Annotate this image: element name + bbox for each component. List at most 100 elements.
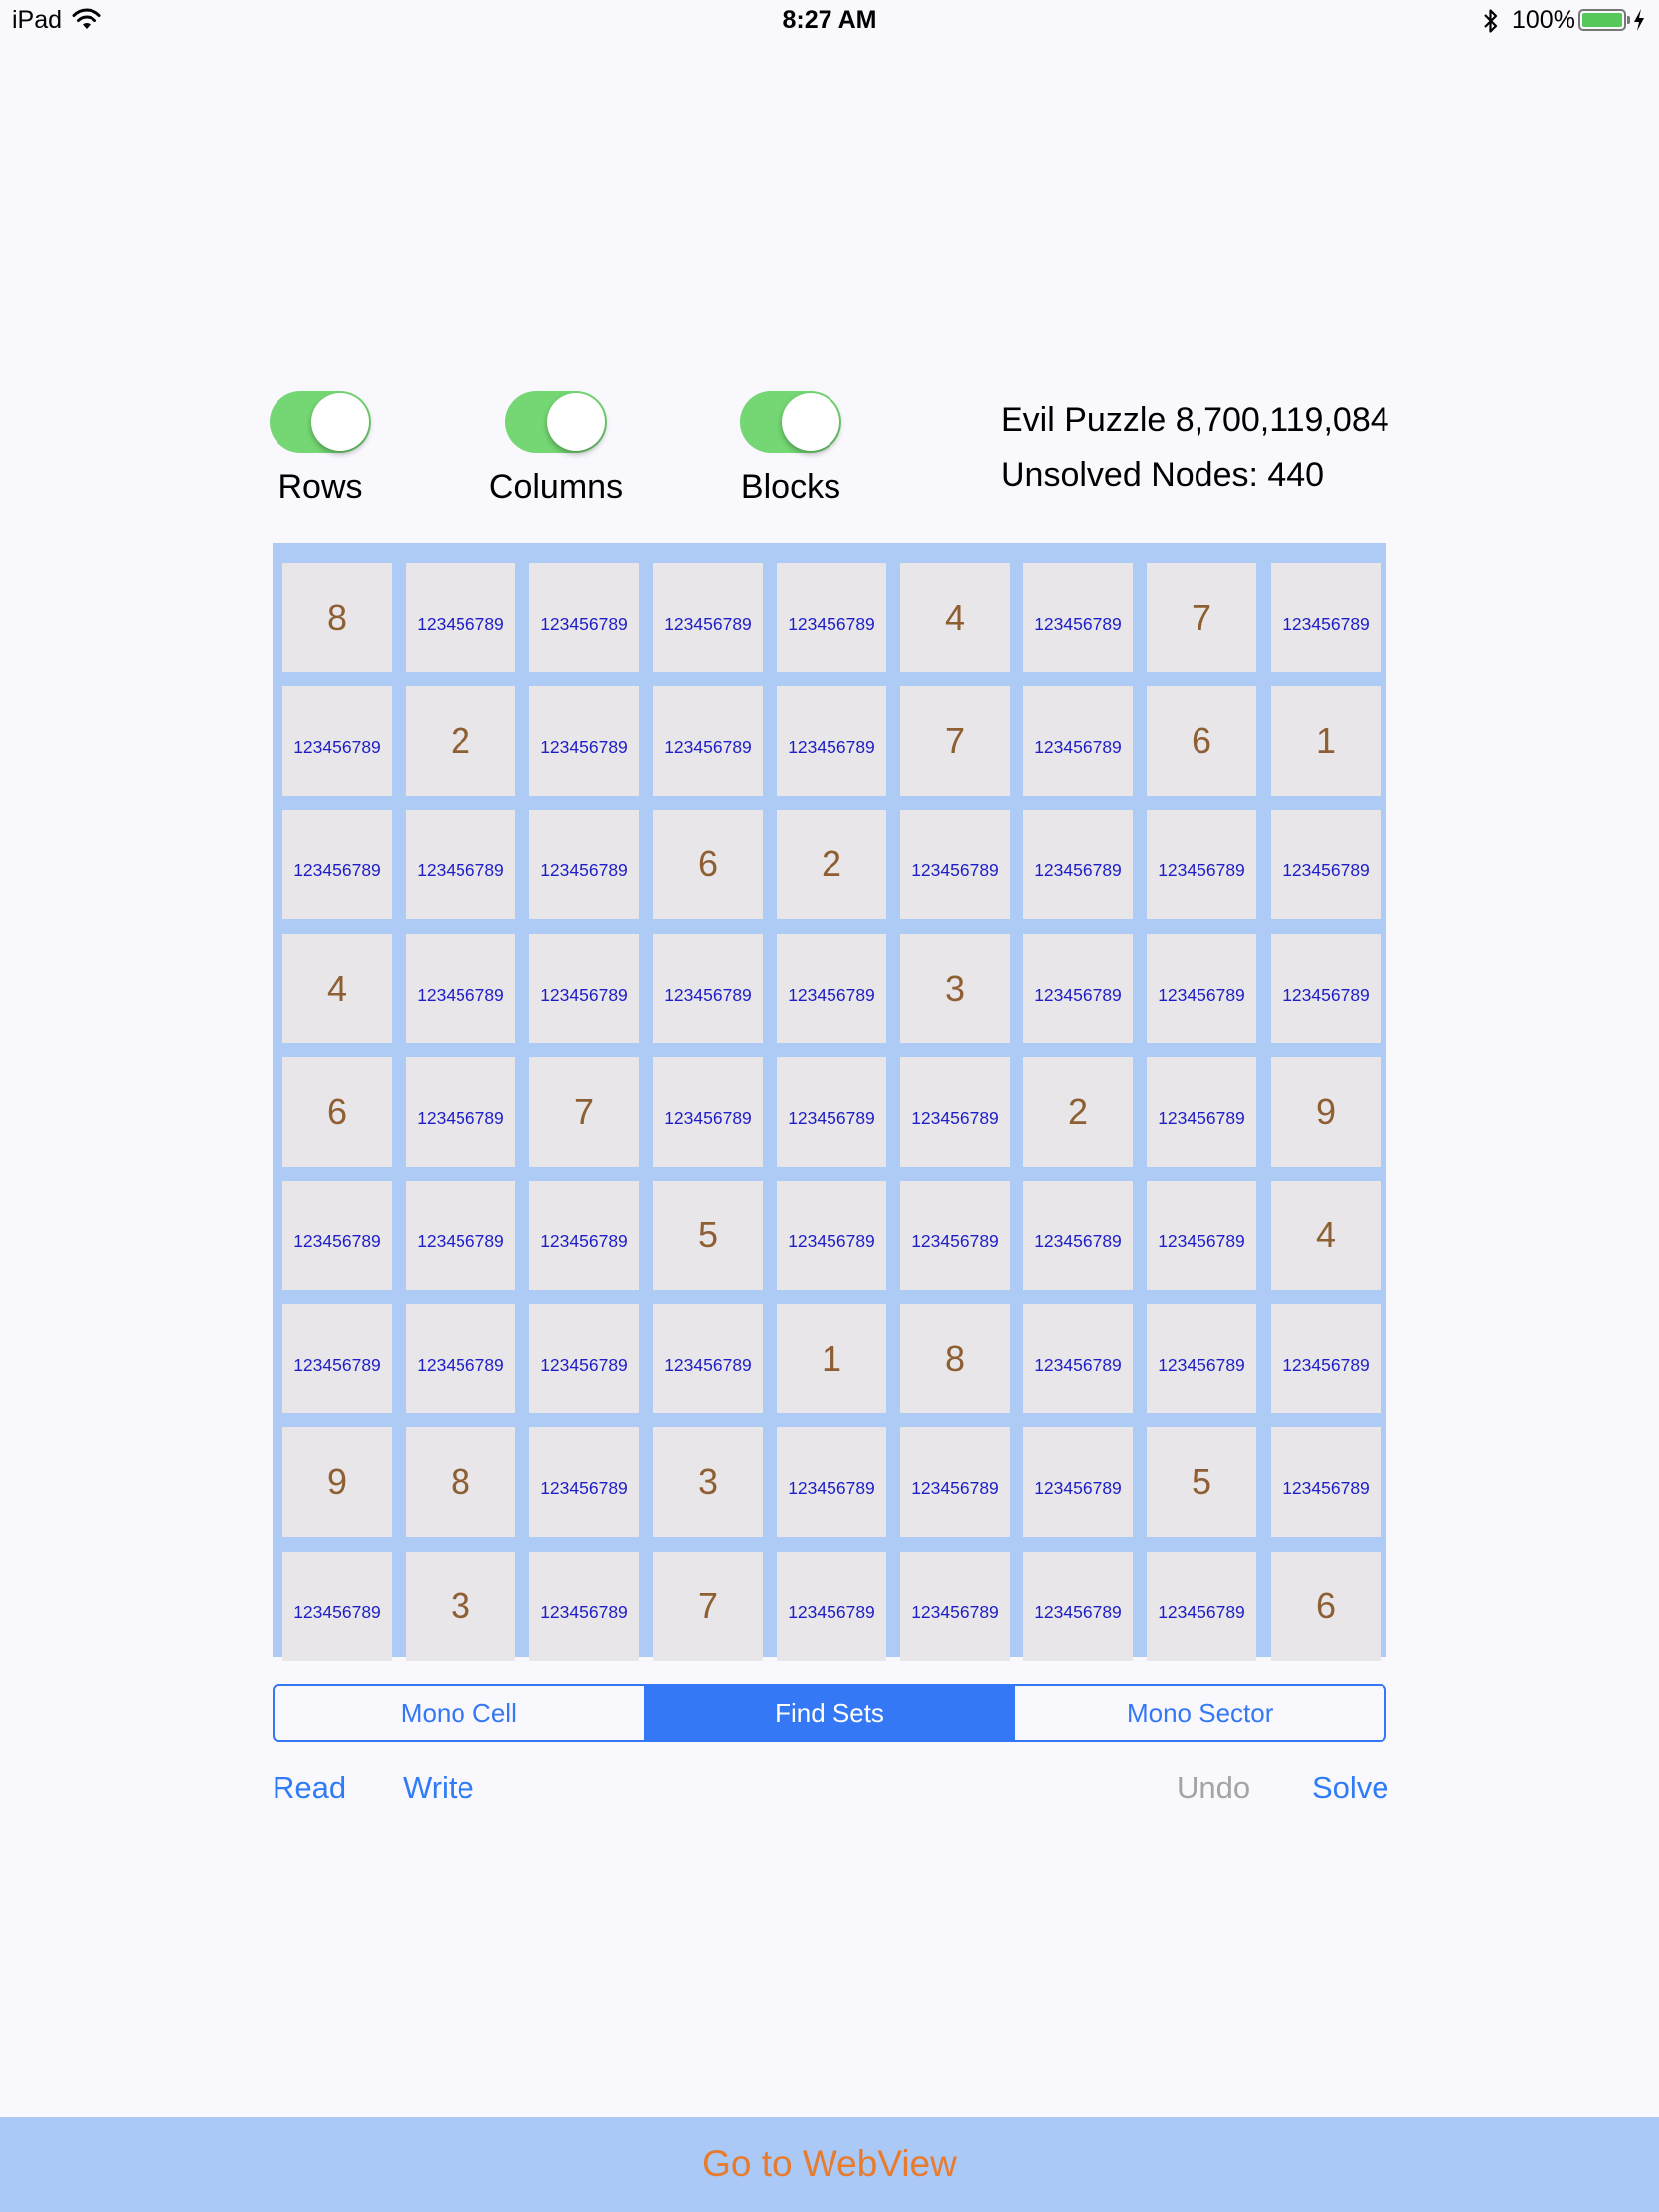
sudoku-cell-candidates[interactable]: 123456789 [1023,1304,1133,1413]
sudoku-cell-candidates[interactable]: 123456789 [1023,1427,1133,1537]
sudoku-cell-candidates[interactable]: 123456789 [900,1552,1010,1661]
sudoku-cell-given[interactable]: 7 [653,1552,763,1661]
sudoku-cell-candidates[interactable]: 123456789 [777,686,886,796]
read-button[interactable]: Read [273,1770,346,1806]
status-bar: iPad 8:27 AM 100% [0,0,1659,42]
sudoku-cell-candidates[interactable]: 123456789 [529,563,639,672]
sudoku-cell-candidates[interactable]: 123456789 [900,810,1010,919]
puzzle-title: Evil Puzzle 8,700,119,084 [1001,401,1389,439]
sudoku-cell-given[interactable]: 2 [406,686,515,796]
sudoku-cell-candidates[interactable]: 123456789 [282,686,392,796]
sudoku-cell-candidates[interactable]: 123456789 [900,1181,1010,1290]
sudoku-cell-candidates[interactable]: 123456789 [282,1181,392,1290]
sudoku-cell-candidates[interactable]: 123456789 [282,1304,392,1413]
sudoku-cell-candidates[interactable]: 123456789 [1271,810,1381,919]
sudoku-cell-candidates[interactable]: 123456789 [406,1304,515,1413]
sudoku-cell-candidates[interactable]: 123456789 [653,563,763,672]
sudoku-cell-candidates[interactable]: 123456789 [900,1427,1010,1537]
sudoku-cell-candidates[interactable]: 123456789 [406,1057,515,1167]
sudoku-cell-given[interactable]: 8 [900,1304,1010,1413]
sudoku-cell-candidates[interactable]: 123456789 [1023,810,1133,919]
solve-button[interactable]: Solve [1312,1770,1389,1806]
sudoku-cell-given[interactable]: 4 [282,934,392,1043]
sudoku-cell-candidates[interactable]: 123456789 [1147,1552,1256,1661]
go-to-webview-button[interactable]: Go to WebView [0,2117,1659,2212]
undo-button[interactable]: Undo [1177,1770,1250,1806]
sudoku-cell-given[interactable]: 8 [406,1427,515,1537]
sudoku-cell-candidates[interactable]: 123456789 [282,810,392,919]
sudoku-cell-candidates[interactable]: 123456789 [529,1304,639,1413]
sudoku-cell-candidates[interactable]: 123456789 [653,1057,763,1167]
sudoku-cell-candidates[interactable]: 123456789 [1147,1304,1256,1413]
sudoku-cell-given[interactable]: 6 [282,1057,392,1167]
sudoku-cell-candidates[interactable]: 123456789 [1147,810,1256,919]
sudoku-cell-candidates[interactable]: 123456789 [529,686,639,796]
sudoku-cell-candidates[interactable]: 123456789 [777,1057,886,1167]
sudoku-cell-candidates[interactable]: 123456789 [653,1304,763,1413]
sudoku-cell-candidates[interactable]: 123456789 [1271,563,1381,672]
sudoku-cell-candidates[interactable]: 123456789 [1023,1552,1133,1661]
sudoku-cell-candidates[interactable]: 123456789 [653,934,763,1043]
segment-find-sets[interactable]: Find Sets [643,1686,1014,1740]
sudoku-cell-candidates[interactable]: 123456789 [1023,934,1133,1043]
sudoku-cell-candidates[interactable]: 123456789 [529,1181,639,1290]
sudoku-cell-candidates[interactable]: 123456789 [777,934,886,1043]
sudoku-cell-given[interactable]: 4 [900,563,1010,672]
sudoku-cell-given[interactable]: 7 [529,1057,639,1167]
sudoku-cell-candidates[interactable]: 123456789 [529,810,639,919]
sudoku-cell-given[interactable]: 3 [653,1427,763,1537]
sudoku-cell-given[interactable]: 1 [777,1304,886,1413]
sudoku-cell-given[interactable]: 9 [282,1427,392,1537]
sudoku-cell-candidates[interactable]: 123456789 [777,1552,886,1661]
sudoku-cell-candidates[interactable]: 123456789 [406,563,515,672]
sudoku-cell-candidates[interactable]: 123456789 [1147,1057,1256,1167]
sudoku-cell-candidates[interactable]: 123456789 [1023,686,1133,796]
columns-toggle[interactable] [505,391,607,453]
sudoku-cell-candidates[interactable]: 123456789 [406,810,515,919]
sudoku-cell-candidates[interactable]: 123456789 [1147,1181,1256,1290]
sudoku-cell-candidates[interactable]: 123456789 [777,563,886,672]
sudoku-cell-given[interactable]: 2 [777,810,886,919]
sudoku-cell-candidates[interactable]: 123456789 [1271,1304,1381,1413]
sudoku-cell-given[interactable]: 7 [900,686,1010,796]
sudoku-cell-given[interactable]: 4 [1271,1181,1381,1290]
sudoku-cell-candidates[interactable]: 123456789 [1023,563,1133,672]
sudoku-cell-candidates[interactable]: 123456789 [282,1552,392,1661]
sudoku-cell-given[interactable]: 2 [1023,1057,1133,1167]
sudoku-cell-given[interactable]: 6 [1147,686,1256,796]
sudoku-cell-given[interactable]: 8 [282,563,392,672]
columns-toggle-label: Columns [488,468,624,506]
sudoku-cell-candidates[interactable]: 123456789 [1271,1427,1381,1537]
sudoku-cell-candidates[interactable]: 123456789 [777,1181,886,1290]
sudoku-cell-given[interactable]: 9 [1271,1057,1381,1167]
sudoku-cell-given[interactable]: 3 [406,1552,515,1661]
charging-bolt-icon [1634,9,1644,31]
sudoku-cell-candidates[interactable]: 123456789 [406,1181,515,1290]
rows-toggle-label: Rows [277,468,363,506]
sudoku-cell-candidates[interactable]: 123456789 [900,1057,1010,1167]
sudoku-cell-candidates[interactable]: 123456789 [1023,1181,1133,1290]
sudoku-cell-candidates[interactable]: 123456789 [406,934,515,1043]
sudoku-cell-candidates[interactable]: 123456789 [529,1552,639,1661]
sudoku-cell-given[interactable]: 6 [653,810,763,919]
segment-mono-sector[interactable]: Mono Sector [1014,1686,1384,1740]
sudoku-cell-given[interactable]: 6 [1271,1552,1381,1661]
sudoku-cell-candidates[interactable]: 123456789 [1147,934,1256,1043]
segment-mono-cell[interactable]: Mono Cell [275,1686,644,1740]
sudoku-cell-candidates[interactable]: 123456789 [777,1427,886,1537]
toggle-knob [311,393,369,451]
sudoku-cell-given[interactable]: 7 [1147,563,1256,672]
rows-toggle[interactable] [270,391,371,453]
sudoku-cell-given[interactable]: 5 [1147,1427,1256,1537]
sudoku-cell-candidates[interactable]: 123456789 [1271,934,1381,1043]
sudoku-cell-given[interactable]: 3 [900,934,1010,1043]
sudoku-cell-given[interactable]: 1 [1271,686,1381,796]
rows-toggle-group: Rows [226,391,415,507]
columns-toggle-group: Columns [461,391,650,507]
sudoku-cell-candidates[interactable]: 123456789 [653,686,763,796]
sudoku-cell-given[interactable]: 5 [653,1181,763,1290]
write-button[interactable]: Write [403,1770,474,1806]
sudoku-cell-candidates[interactable]: 123456789 [529,1427,639,1537]
sudoku-cell-candidates[interactable]: 123456789 [529,934,639,1043]
blocks-toggle[interactable] [740,391,841,453]
